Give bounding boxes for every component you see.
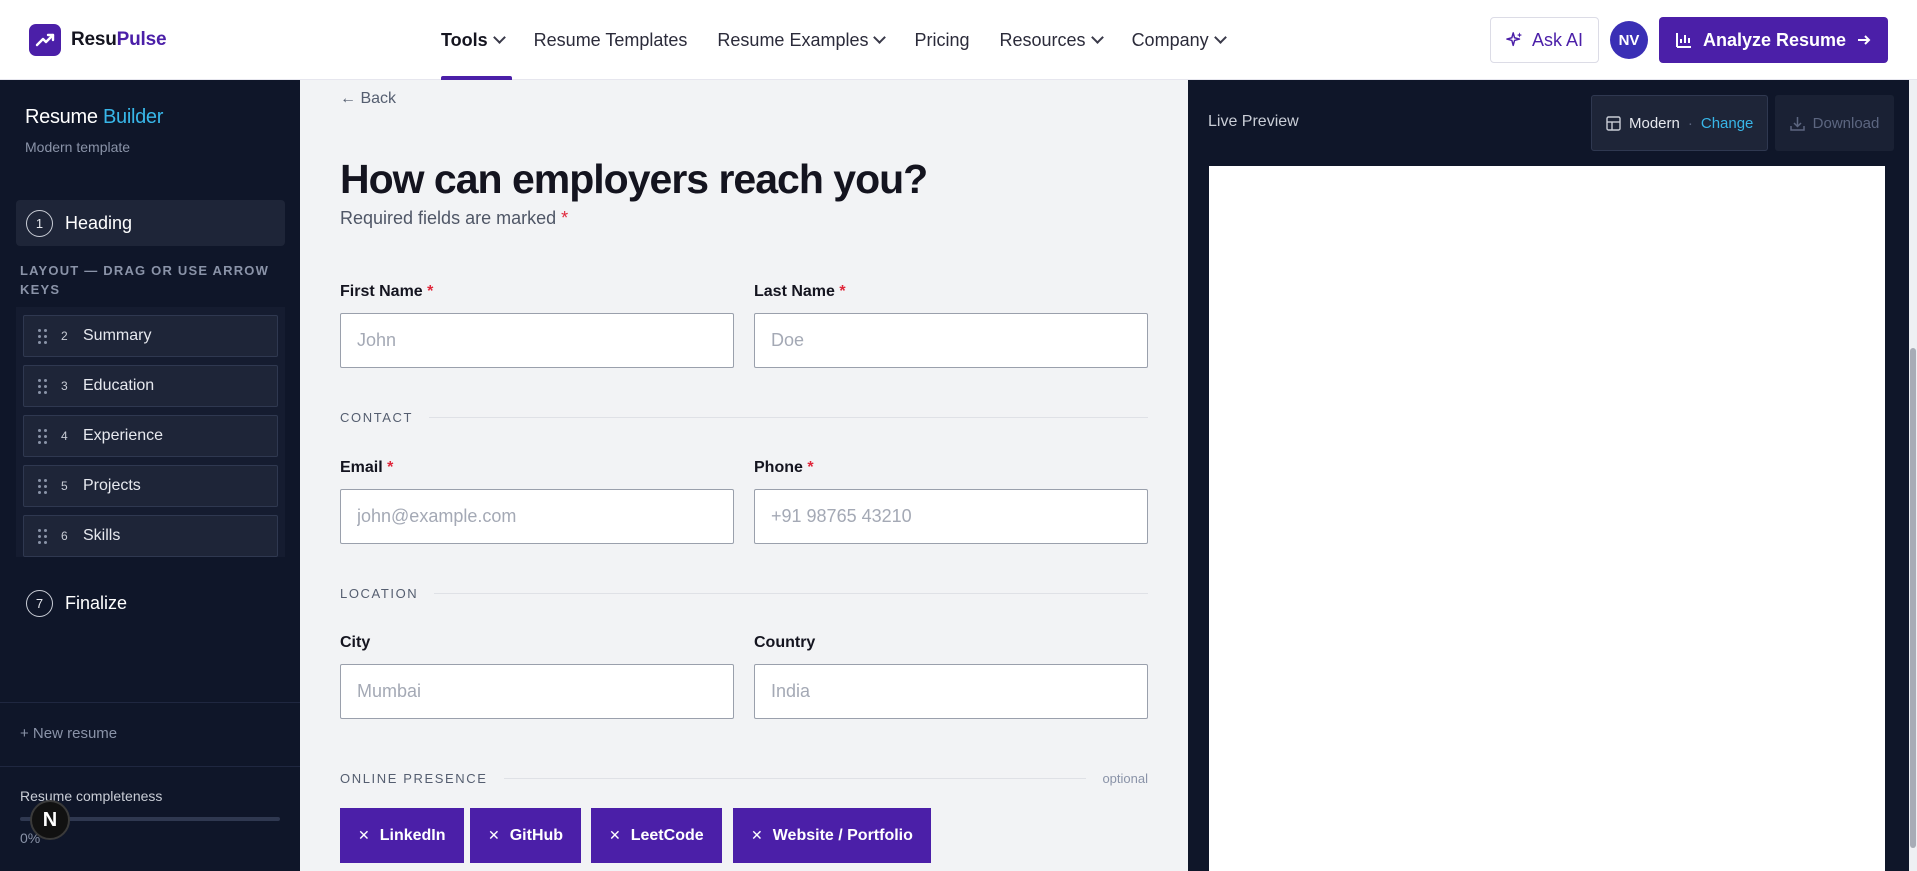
leetcode-chip[interactable]: ✕ LeetCode xyxy=(591,808,722,863)
scrollbar-thumb[interactable] xyxy=(1910,348,1916,848)
step-label: Finalize xyxy=(65,593,128,613)
contact-section-header: CONTACT xyxy=(340,407,1148,427)
close-icon[interactable]: ✕ xyxy=(358,827,370,844)
step-number: 1 xyxy=(26,209,53,237)
sparkles-icon xyxy=(1506,32,1523,47)
drag-handle-icon[interactable] xyxy=(38,478,47,494)
drag-handle-icon[interactable] xyxy=(38,528,47,544)
city-label: City xyxy=(340,634,371,651)
scrollbar[interactable] xyxy=(1909,80,1917,871)
step-number: 7 xyxy=(26,590,53,617)
country-input[interactable] xyxy=(754,664,1148,719)
floating-badge[interactable]: N xyxy=(30,800,70,840)
layout-icon xyxy=(1606,115,1621,131)
arrow-right-icon xyxy=(1858,35,1871,45)
first-name-label: First Name * xyxy=(340,283,434,300)
drag-handle-icon[interactable] xyxy=(38,428,47,444)
new-resume-link[interactable]: + New resume xyxy=(20,725,117,742)
first-name-input[interactable] xyxy=(340,313,734,368)
layout-item-summary[interactable]: 2 Summary xyxy=(23,315,278,357)
location-section-header: LOCATION xyxy=(340,583,1148,603)
ask-ai-button[interactable]: Ask AI xyxy=(1490,17,1599,63)
analyze-resume-button[interactable]: Analyze Resume xyxy=(1659,17,1888,63)
last-name-label: Last Name * xyxy=(754,283,846,300)
layout-header: Layout — drag or use arrow keys xyxy=(20,263,270,297)
layout-item-experience[interactable]: 4 Experience xyxy=(23,415,278,457)
download-icon xyxy=(1789,116,1805,131)
city-input[interactable] xyxy=(340,664,734,719)
drag-handle-icon[interactable] xyxy=(38,378,47,394)
nav-tools[interactable]: Tools xyxy=(441,0,512,80)
close-icon[interactable]: ✕ xyxy=(609,827,621,844)
logo[interactable]: ResuPulse xyxy=(29,24,167,56)
linkedin-chip[interactable]: ✕ LinkedIn xyxy=(340,808,464,863)
layout-item-label: Experience xyxy=(83,427,164,444)
layout-item-label: Skills xyxy=(83,527,121,544)
email-input[interactable] xyxy=(340,489,734,544)
template-subtitle: Modern template xyxy=(25,139,131,155)
back-link[interactable]: ← Back xyxy=(340,90,396,108)
top-navigation: ResuPulse Tools Resume Templates Resume … xyxy=(0,0,1917,80)
email-label: Email * xyxy=(340,459,394,476)
template-selector[interactable]: Modern · Change xyxy=(1591,95,1768,151)
layout-item-label: Summary xyxy=(83,327,152,344)
nav-company[interactable]: Company xyxy=(1132,0,1227,80)
trending-up-icon xyxy=(29,24,61,56)
layout-item-label: Projects xyxy=(83,477,141,494)
last-name-input[interactable] xyxy=(754,313,1148,368)
required-note: Required fields are marked * xyxy=(340,208,569,228)
brand-name: ResuPulse xyxy=(71,29,167,50)
nav-resume-templates[interactable]: Resume Templates xyxy=(534,0,688,80)
step-label: Heading xyxy=(65,212,133,233)
step-heading[interactable]: 1 Heading xyxy=(16,200,285,246)
country-label: Country xyxy=(754,634,816,651)
template-name: Modern xyxy=(1629,114,1680,132)
online-presence-section-header: ONLINE PRESENCE optional xyxy=(340,770,1148,786)
chevron-down-icon xyxy=(492,31,506,44)
user-avatar[interactable]: NV xyxy=(1610,21,1648,59)
main-nav: Tools Resume Templates Resume Examples P… xyxy=(441,0,1255,80)
layout-item-label: Education xyxy=(83,377,155,394)
layout-item-education[interactable]: 3 Education xyxy=(23,365,278,407)
step-finalize[interactable]: 7 Finalize xyxy=(26,590,127,617)
github-chip[interactable]: ✕ GitHub xyxy=(470,808,582,863)
divider xyxy=(0,702,300,703)
nav-resources[interactable]: Resources xyxy=(1000,0,1104,80)
builder-sidebar: Resume Builder Modern template 1 Heading… xyxy=(0,80,300,871)
drag-handle-icon[interactable] xyxy=(38,328,47,344)
page-title: How can employers reach you? xyxy=(340,156,928,202)
resume-preview-page xyxy=(1209,166,1885,871)
layout-list: 2 Summary 3 Education 4 Experience 5 Pro… xyxy=(16,307,285,557)
chevron-down-icon xyxy=(873,31,887,44)
divider xyxy=(0,766,300,767)
sidebar-title: Resume Builder xyxy=(25,106,164,128)
layout-item-projects[interactable]: 5 Projects xyxy=(23,465,278,507)
close-icon[interactable]: ✕ xyxy=(751,827,763,844)
change-template-link[interactable]: Change xyxy=(1701,115,1754,132)
nav-pricing[interactable]: Pricing xyxy=(914,0,969,80)
heading-form: ← Back How can employers reach you? Requ… xyxy=(300,80,1188,871)
layout-item-skills[interactable]: 6 Skills xyxy=(23,515,278,557)
phone-label: Phone * xyxy=(754,459,814,476)
live-preview-label: Live Preview xyxy=(1208,113,1299,130)
live-preview-panel: Live Preview Modern · Change Download xyxy=(1188,80,1917,871)
nav-resume-examples[interactable]: Resume Examples xyxy=(717,0,887,80)
bar-chart-icon xyxy=(1675,33,1691,48)
close-icon[interactable]: ✕ xyxy=(488,827,500,844)
phone-input[interactable] xyxy=(754,489,1148,544)
chevron-down-icon xyxy=(1213,31,1227,44)
website-portfolio-chip[interactable]: ✕ Website / Portfolio xyxy=(733,808,931,863)
download-button[interactable]: Download xyxy=(1775,95,1894,151)
chevron-down-icon xyxy=(1090,31,1104,44)
